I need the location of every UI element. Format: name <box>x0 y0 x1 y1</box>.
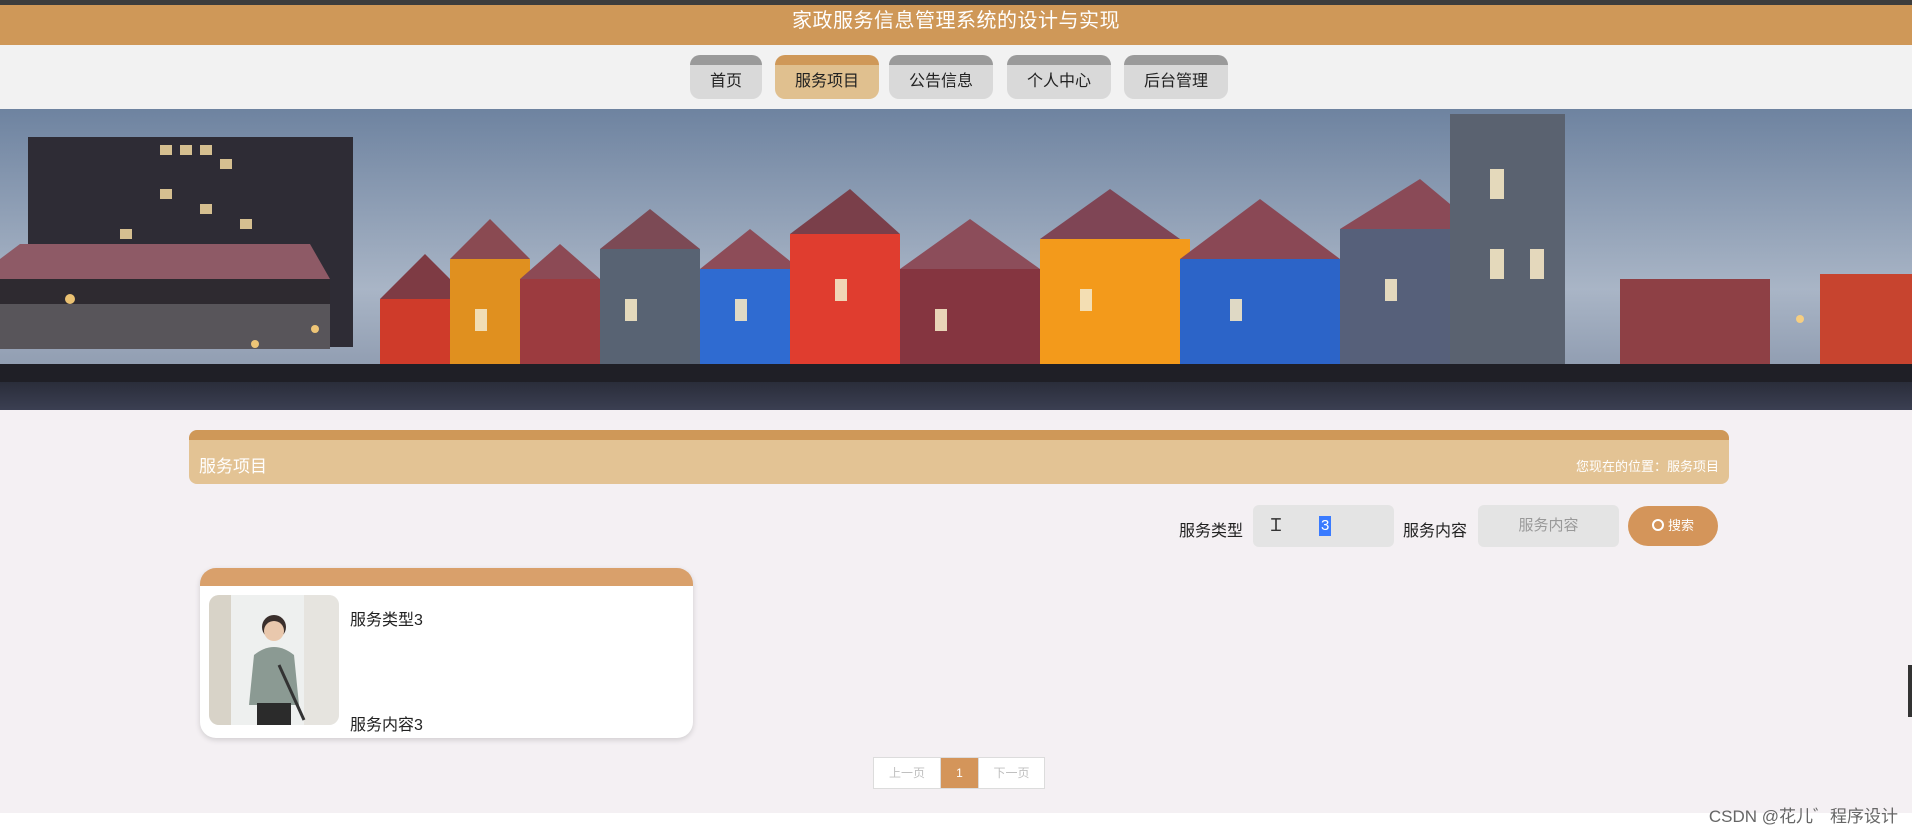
prev-page-button[interactable]: 上一页 <box>874 758 941 788</box>
main-nav: 首页 服务项目 公告信息 个人中心 后台管理 <box>0 45 1912 109</box>
service-content-placeholder: 服务内容 <box>1518 517 1579 534</box>
nav-announcements[interactable]: 公告信息 <box>889 55 993 99</box>
search-button[interactable]: 搜索 <box>1628 506 1718 546</box>
pagination: 上一页 1 下一页 <box>873 757 1045 789</box>
service-thumbnail <box>209 595 339 725</box>
footer-band <box>0 813 1912 832</box>
breadcrumb: 您现在的位置：服务项目 <box>1575 459 1719 474</box>
service-type-label: 服务类型 <box>1179 523 1244 540</box>
hero-banner <box>0 109 1912 410</box>
service-type-input[interactable]: Ɪ 3 <box>1253 505 1394 547</box>
current-page[interactable]: 1 <box>941 758 978 788</box>
section-title: 服务项目 <box>199 457 267 476</box>
service-content-label: 服务内容 <box>1403 523 1468 540</box>
service-card-type: 服务类型3 <box>350 612 423 629</box>
scroll-edge <box>1908 665 1912 717</box>
watermark: CSDN @花儿゛程序设计 <box>1708 807 1898 826</box>
nav-services[interactable]: 服务项目 <box>775 55 879 99</box>
service-card-content: 服务内容3 <box>350 717 423 734</box>
text-cursor-icon: Ɪ <box>1271 515 1282 535</box>
nav-home[interactable]: 首页 <box>690 55 762 99</box>
search-icon <box>1651 519 1664 531</box>
site-header: 家政服务信息管理系统的设计与实现 <box>0 5 1912 45</box>
section-header: 服务项目 您现在的位置：服务项目 <box>189 430 1729 484</box>
site-title: 家政服务信息管理系统的设计与实现 <box>792 10 1120 32</box>
banner-image <box>0 109 1912 410</box>
nav-personal-center[interactable]: 个人中心 <box>1007 55 1111 99</box>
nav-admin[interactable]: 后台管理 <box>1124 55 1228 99</box>
next-page-button[interactable]: 下一页 <box>978 758 1044 788</box>
service-type-value: 3 <box>1319 516 1332 536</box>
service-content-input[interactable]: 服务内容 <box>1478 505 1619 547</box>
search-button-label: 搜索 <box>1667 518 1694 533</box>
service-card[interactable]: 服务类型3 服务内容3 <box>200 568 693 738</box>
